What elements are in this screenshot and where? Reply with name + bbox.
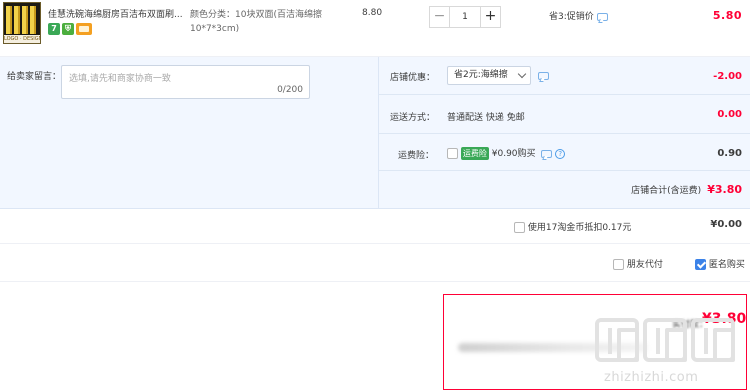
insurance-price-text: ¥0.90购买 [491,149,536,159]
quantity-plus-button[interactable]: + [480,6,501,28]
friend-pay-option: 朋友代付 [613,257,663,270]
product-image [6,6,38,34]
insurance-badge: 运费险 [460,147,489,160]
thumbnail-caption: LOGO · DESIGN [4,35,40,43]
coin-checkbox[interactable] [514,222,525,233]
shipping-method: 普通配送 快递 免邮 [447,113,525,123]
insurance-option: 运费险 ¥0.90购买 ? [447,146,566,160]
unit-price: 8.80 [362,8,383,18]
seller-message-input[interactable]: 选填,请先和商家协商一致 0/200 [61,65,310,99]
service-tags: 7 ⛨ [48,23,94,35]
shop-discount-label: 店铺优惠： [390,73,436,83]
item-subtotal: 5.80 [712,9,742,22]
shipping-fee: 0.00 [717,109,742,120]
row-divider [379,94,750,95]
shop-discount-select[interactable]: 省2元:海绵擦 [447,66,531,85]
row-divider [379,170,750,171]
sku-line-1: 颜色分类：10块双面(百洁海绵擦 [190,10,322,20]
quantity-input[interactable]: 1 [450,6,480,28]
chat-icon[interactable] [541,149,553,158]
shipping-label: 运送方式： [390,113,436,123]
help-icon[interactable]: ? [555,148,566,159]
shop-total-value: ¥3.80 [707,183,742,196]
watermark-text: zhizhizhi.com [604,370,699,385]
chat-icon[interactable] [596,12,608,21]
anonymous-label: 匿名购买 [708,260,745,270]
anonymous-option: 匿名购买 [695,257,745,270]
shop-total: 店铺合计(含运费) ¥3.80 [631,183,742,196]
insurance-label: 运费险： [398,151,435,161]
credit-card-icon[interactable] [76,23,92,35]
insurance-value: 0.90 [717,148,742,159]
watermark-glyph [643,318,687,362]
coin-deduction-label: 使用17淘金币抵扣0.17元 [527,223,632,233]
watermark-logo [595,318,735,362]
friend-pay-label: 朋友代付 [626,260,663,270]
row-divider [379,133,750,134]
shop-total-label: 店铺合计(含运费) [631,186,702,196]
quantity-minus-button[interactable]: − [429,6,450,28]
watermark-glyph [691,318,735,362]
message-label: 给卖家留言： [7,72,62,82]
watermark-glyph [595,318,639,362]
payment-options-row: 朋友代付 匿名购买 [0,244,750,282]
sku-line-2: 10*7*3cm) [190,24,240,34]
friend-pay-checkbox[interactable] [613,259,624,270]
order-options-panel: 给卖家留言： 选填,请先和商家协商一致 0/200 店铺优惠： 省2元:海绵擦 … [0,57,750,209]
order-item-row: LOGO · DESIGN 佳慧洗碗海绵厨房百洁布双面刷... 7 ⛨ 颜色分类：… [0,0,750,57]
quantity-stepper: − 1 + [429,6,501,28]
chat-icon[interactable] [538,71,549,80]
promotion-text: 省3:促销价 [549,12,594,22]
sku-info: 颜色分类：10块双面(百洁海绵擦 10*7*3cm) [190,8,330,36]
shield-guarantee-icon[interactable]: ⛨ [62,23,74,35]
product-title[interactable]: 佳慧洗碗海绵厨房百洁布双面刷... [48,7,188,20]
coin-deduction-row: 使用17淘金币抵扣0.17元 ¥0.00 [0,209,750,244]
message-placeholder: 选填,请先和商家协商一致 [69,74,171,84]
insurance-checkbox[interactable] [447,148,458,159]
coin-deduction-value: ¥0.00 [710,219,742,230]
anonymous-checkbox[interactable] [695,259,706,270]
shop-discount-selected: 省2元:海绵擦 [454,70,508,80]
coin-deduction-option: 使用17淘金币抵扣0.17元 [514,220,631,233]
chevron-down-icon [517,69,527,79]
promotion-info: 省3:促销价 [549,9,608,22]
product-thumbnail[interactable]: LOGO · DESIGN [3,2,41,44]
seven-day-return-icon[interactable]: 7 [48,23,60,35]
message-char-counter: 0/200 [277,85,303,95]
shop-discount-value: -2.00 [713,71,742,82]
